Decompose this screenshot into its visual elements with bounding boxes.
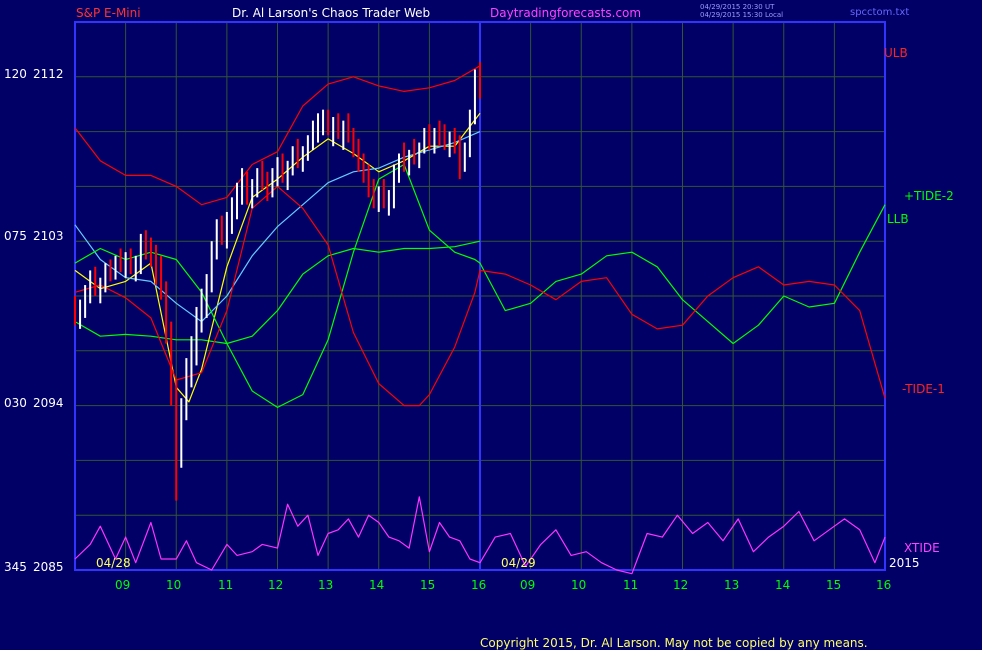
x-tick-label: 16	[876, 578, 892, 592]
copyright-notice: Copyright 2015, Dr. Al Larson. May not b…	[480, 636, 868, 650]
x-tick-label: 15	[826, 578, 842, 592]
x-tick-label: 12	[673, 578, 689, 592]
symbol-title: S&P E-Mini	[76, 6, 141, 20]
x-tick-label: 14	[775, 578, 791, 592]
data-file-name: spcctom.txt	[850, 7, 910, 18]
x-tick-label: 13	[318, 578, 334, 592]
y-tick-price: 2085	[33, 560, 64, 574]
chart-stage: S&P E-Mini Dr. Al Larson's Chaos Trader …	[0, 0, 982, 650]
day-label: 04/28	[96, 556, 131, 570]
y-tick-code: 345	[4, 560, 27, 574]
x-tick-label: 15	[420, 578, 436, 592]
x-tick-label: 11	[623, 578, 639, 592]
x-tick-label: 12	[268, 578, 284, 592]
timestamp-ut: 04/29/2015 20:30 UT	[700, 3, 775, 11]
chart-canvas	[74, 21, 886, 575]
series-label-ulb: ULB	[884, 46, 908, 60]
x-tick-label: 09	[520, 578, 536, 592]
x-tick-label: 14	[369, 578, 385, 592]
timestamp-local: 04/29/2015 15:30 Local	[700, 11, 784, 19]
y-tick-code: 030	[4, 396, 27, 410]
x-tick-label: 11	[218, 578, 234, 592]
x-tick-label: 16	[471, 578, 487, 592]
year-label: 2015	[889, 556, 920, 570]
y-tick-code: 120	[4, 67, 27, 81]
series-label-xtide: XTIDE	[904, 541, 940, 555]
site-title: Dr. Al Larson's Chaos Trader Web	[232, 6, 431, 20]
series-label-tide-minus: -TIDE-1	[902, 382, 945, 396]
y-tick-price: 2103	[33, 229, 64, 243]
day-label: 04/29	[501, 556, 536, 570]
x-tick-label: 10	[166, 578, 182, 592]
x-tick-label: 10	[571, 578, 587, 592]
x-tick-label: 09	[115, 578, 131, 592]
y-tick-price: 2112	[33, 67, 64, 81]
site-link[interactable]: Daytradingforecasts.com	[490, 6, 641, 20]
series-label-llb: LLB	[887, 212, 909, 226]
x-tick-label: 13	[724, 578, 740, 592]
y-tick-price: 2094	[33, 396, 64, 410]
y-tick-code: 075	[4, 229, 27, 243]
series-label-tide-plus: +TIDE-2	[904, 189, 954, 203]
